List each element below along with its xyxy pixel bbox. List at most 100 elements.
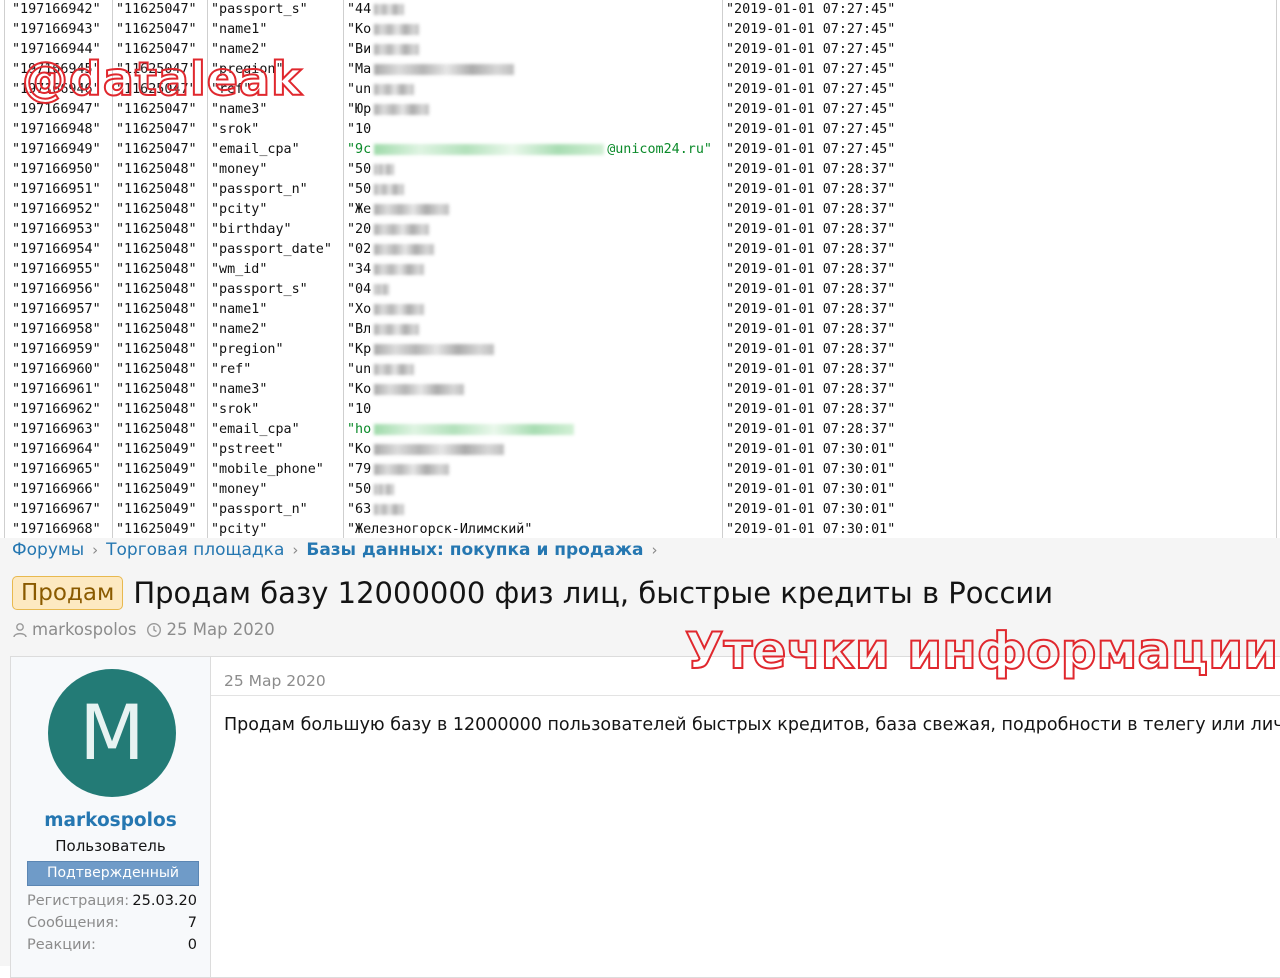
cell-value-tail: @unicom24.ru" bbox=[607, 142, 712, 157]
cell-value: "50 bbox=[347, 160, 395, 180]
cell-value: "Ма bbox=[347, 60, 515, 80]
cell-value-text: "Хо bbox=[347, 302, 372, 317]
cell-value-text: "Юр bbox=[347, 102, 372, 117]
thread-prefix-label[interactable]: Продам bbox=[12, 576, 124, 610]
table-row: "197166949" "11625047" "email_cpa" "9c @unic… bbox=[0, 140, 1280, 160]
table-row: "197166953" "11625048" "birthday" "20 "2019-… bbox=[0, 220, 1280, 240]
cell-key: "ref" bbox=[211, 362, 252, 377]
cell-id: "197166957" bbox=[12, 302, 101, 317]
breadcrumb-item[interactable]: Базы данных: покупка и продажа bbox=[306, 540, 643, 560]
cell-value-text: "34 bbox=[347, 262, 372, 277]
cell-value-text: "Ви bbox=[347, 42, 372, 57]
cell-id: "197166959" bbox=[12, 342, 101, 357]
redaction-blur bbox=[374, 503, 405, 515]
cell-user-id: "11625047" bbox=[116, 22, 197, 37]
cell-user-id: "11625048" bbox=[116, 342, 197, 357]
redaction-blur bbox=[374, 383, 465, 395]
cell-key: "mobile_phone" bbox=[211, 462, 324, 477]
cell-id: "197166967" bbox=[12, 502, 101, 517]
cell-value: "Хо bbox=[347, 300, 425, 320]
cell-date: "2019-01-01 07:27:45" bbox=[726, 82, 896, 97]
cell-key: "srok" bbox=[211, 402, 260, 417]
cell-key: "pcity" bbox=[211, 202, 268, 217]
stat-label: Регистрация: bbox=[27, 893, 130, 909]
cell-id: "197166948" bbox=[12, 122, 101, 137]
cell-date: "2019-01-01 07:27:45" bbox=[726, 122, 896, 137]
stat-value[interactable]: 7 bbox=[188, 912, 197, 934]
cell-user-id: "11625048" bbox=[116, 302, 197, 317]
cell-key: "name3" bbox=[211, 382, 268, 397]
table-row: "197166952" "11625048" "pcity" "Же "2019-01-… bbox=[0, 200, 1280, 220]
cell-id: "197166962" bbox=[12, 402, 101, 417]
cell-date: "2019-01-01 07:30:01" bbox=[726, 522, 896, 537]
cell-value-text: "63 bbox=[347, 502, 372, 517]
cell-value: "63 bbox=[347, 500, 405, 520]
cell-key: "wm_id" bbox=[211, 262, 268, 277]
cell-user-id: "11625048" bbox=[116, 382, 197, 397]
cell-date: "2019-01-01 07:28:37" bbox=[726, 382, 896, 397]
cell-value: "un bbox=[347, 360, 415, 380]
cell-value: "Вл bbox=[347, 320, 420, 340]
cell-value-text: "un bbox=[347, 362, 372, 377]
cell-user-id: "11625047" bbox=[116, 2, 197, 17]
redaction-blur bbox=[374, 143, 605, 155]
chevron-right-icon: › bbox=[92, 541, 99, 559]
chevron-right-icon: › bbox=[651, 541, 658, 559]
cell-value-text: "50 bbox=[347, 482, 372, 497]
thread-date-link[interactable]: 25 Мар 2020 bbox=[166, 620, 274, 639]
cell-date: "2019-01-01 07:30:01" bbox=[726, 502, 896, 517]
cell-value-text: "10 bbox=[347, 122, 372, 137]
cell-date: "2019-01-01 07:28:37" bbox=[726, 342, 896, 357]
watermark-utechki: Утечки информации bbox=[684, 621, 1279, 681]
cell-user-id: "11625048" bbox=[116, 402, 197, 417]
table-row: "197166966" "11625049" "money" "50 "2019-01-… bbox=[0, 480, 1280, 500]
cell-date: "2019-01-01 07:28:37" bbox=[726, 422, 896, 437]
cell-value: "10 bbox=[347, 400, 371, 420]
cell-id: "197166966" bbox=[12, 482, 101, 497]
cell-value: "34 bbox=[347, 260, 425, 280]
stat-value: 0 bbox=[187, 937, 197, 953]
breadcrumb-item[interactable]: Форумы bbox=[12, 540, 84, 560]
post-user-cell: M markospolos Пользователь Подтвержденны… bbox=[11, 657, 211, 977]
cell-key: "pcity" bbox=[211, 522, 268, 537]
user-stat-registration: Регистрация: 25.03.20 bbox=[27, 890, 197, 912]
username-link[interactable]: markospolos bbox=[11, 810, 210, 831]
cell-key: "email_cpa" bbox=[211, 142, 300, 157]
post-date-link[interactable]: 25 Мар 2020 bbox=[224, 672, 326, 690]
cell-date: "2019-01-01 07:27:45" bbox=[726, 62, 896, 77]
forum-thread: Форумы › Торговая площадка › Базы данных: по… bbox=[0, 538, 1280, 978]
thread-title-row: Продам Продам базу 12000000 физ лиц, быс… bbox=[12, 573, 1053, 613]
user-icon bbox=[13, 622, 27, 637]
cell-value-text: "20 bbox=[347, 222, 372, 237]
thread-author-link[interactable]: markospolos bbox=[32, 620, 136, 639]
stat-label: Реакции: bbox=[27, 937, 96, 953]
cell-value: "9c @unicom24.ru" bbox=[347, 140, 712, 160]
cell-id: "197166951" bbox=[12, 182, 101, 197]
cell-user-id: "11625049" bbox=[116, 522, 197, 537]
breadcrumb-item[interactable]: Торговая площадка bbox=[106, 540, 284, 560]
table-row: "197166943" "11625047" "name1" "Ко "2019-01-… bbox=[0, 20, 1280, 40]
cell-date: "2019-01-01 07:30:01" bbox=[726, 442, 896, 457]
cell-value-text: "ho bbox=[347, 422, 372, 437]
avatar[interactable]: M bbox=[48, 669, 176, 797]
redaction-blur bbox=[374, 23, 420, 35]
table-row: "197166950" "11625048" "money" "50 "2019-01-… bbox=[0, 160, 1280, 180]
cell-value-text: "50 bbox=[347, 162, 372, 177]
cell-value: "Кр bbox=[347, 340, 495, 360]
cell-user-id: "11625048" bbox=[116, 162, 197, 177]
cell-value: "Ко bbox=[347, 380, 465, 400]
chevron-right-icon: › bbox=[292, 541, 299, 559]
cell-user-id: "11625048" bbox=[116, 242, 197, 257]
table-row: "197166968" "11625049" "pcity" "Железногорс… bbox=[0, 520, 1280, 538]
cell-value: "Ко bbox=[347, 20, 420, 40]
cell-date: "2019-01-01 07:28:37" bbox=[726, 162, 896, 177]
redaction-blur bbox=[374, 343, 495, 355]
cell-user-id: "11625048" bbox=[116, 282, 197, 297]
stat-label: Сообщения: bbox=[27, 915, 119, 931]
cell-key: "passport_n" bbox=[211, 502, 308, 517]
redaction-blur bbox=[374, 283, 390, 295]
table-row: "197166962" "11625048" "srok" "10 "2019-01-0… bbox=[0, 400, 1280, 420]
post-body-text: Продам большую базу в 12000000 пользоват… bbox=[224, 715, 1280, 735]
cell-date: "2019-01-01 07:30:01" bbox=[726, 482, 896, 497]
table-row: "197166955" "11625048" "wm_id" "34 "2019-01-… bbox=[0, 260, 1280, 280]
